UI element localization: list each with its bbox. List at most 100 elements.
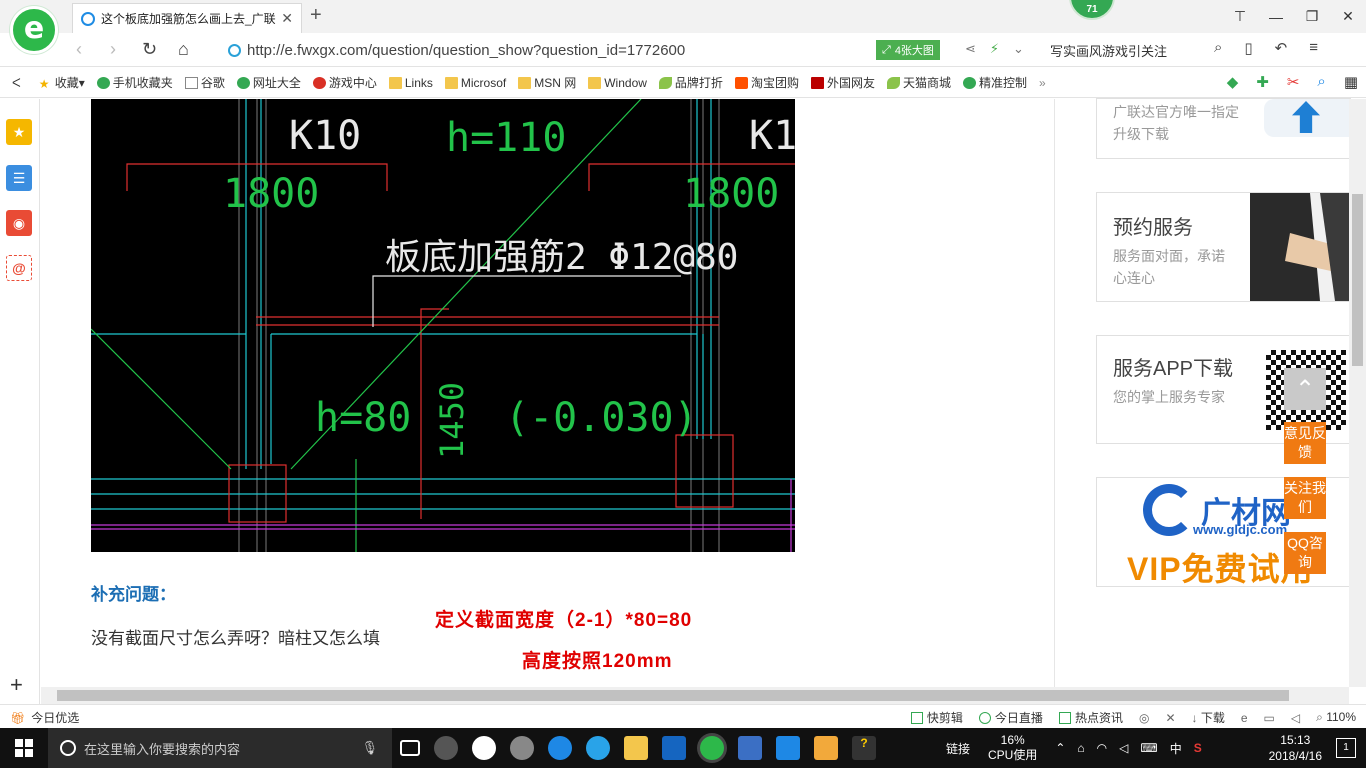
url-field[interactable]: http://e.fwxgx.com/question/question_sho…	[222, 37, 862, 63]
ime-indicator[interactable]: 中	[1170, 740, 1182, 757]
tray-expand-icon[interactable]: ⌃	[1055, 741, 1065, 755]
bookmark-favorites[interactable]: ★ 收藏 ▾	[39, 74, 85, 91]
task-view-icon[interactable]	[400, 740, 420, 756]
favorites-icon[interactable]: ★	[6, 119, 32, 145]
edge-icon[interactable]	[548, 736, 572, 760]
sidebar-add-button[interactable]: +	[10, 672, 23, 698]
minimize-button[interactable]: —	[1258, 0, 1294, 33]
volume-icon[interactable]: ◁	[1119, 741, 1128, 755]
weibo-icon[interactable]: ◉	[6, 210, 32, 236]
speed-icon[interactable]: ◎	[1139, 711, 1149, 725]
plus-icon[interactable]: ✚	[1256, 73, 1269, 91]
network-tool-icon[interactable]	[776, 736, 800, 760]
bookmark-taobao[interactable]: 淘宝团购	[734, 74, 799, 91]
shirt-icon[interactable]: ⊤	[1222, 0, 1258, 33]
glodon-icon[interactable]	[662, 736, 686, 760]
fan-app-icon[interactable]	[434, 736, 458, 760]
screenshot-app-icon[interactable]	[738, 736, 762, 760]
bookmark-mobile[interactable]: 手机收藏夹	[96, 74, 173, 91]
bookmark-google[interactable]: 谷歌	[184, 74, 225, 91]
today-picks-link[interactable]: 今日优选	[31, 709, 79, 726]
horizontal-scroll-thumb[interactable]	[57, 690, 1289, 701]
file-explorer-icon[interactable]	[624, 736, 648, 760]
share-icon[interactable]: ⋖	[965, 41, 976, 57]
bookmark-foreign[interactable]: 外国网友	[810, 74, 875, 91]
chevron-down-icon[interactable]: ⌄	[1013, 41, 1024, 57]
mail-icon[interactable]: @	[6, 255, 32, 281]
horizontal-scrollbar[interactable]	[41, 687, 1349, 704]
quick-edit-link[interactable]: 快剪辑	[910, 709, 963, 726]
forward-button[interactable]: ›	[110, 39, 116, 60]
bookmark-msn[interactable]: MSN 网	[518, 74, 576, 91]
notification-badge[interactable]: 71	[1069, 0, 1115, 20]
search-icon[interactable]: ⌕	[1214, 39, 1222, 57]
ie-blue-icon[interactable]	[586, 736, 610, 760]
back-to-top-button[interactable]: ⌃	[1284, 368, 1326, 410]
network-icon[interactable]: ⌂	[1077, 741, 1084, 755]
live-link[interactable]: 今日直播	[978, 709, 1043, 726]
tab-close-icon[interactable]: ✕	[281, 10, 293, 27]
mobile-icon[interactable]: ▯	[1244, 39, 1252, 57]
spiral-app-icon[interactable]	[510, 736, 534, 760]
bookmark-games[interactable]: 游戏中心	[312, 74, 377, 91]
microphone-icon[interactable]: 🎙︎	[361, 740, 378, 756]
cpu-meter[interactable]: 16% CPU使用	[988, 733, 1037, 763]
qq-consult-button[interactable]: QQ咨询	[1284, 532, 1326, 574]
bookmark-links[interactable]: Links	[388, 76, 433, 90]
links-toolbar[interactable]: 链接	[946, 740, 970, 757]
gift-icon: 🎁︎	[10, 710, 26, 725]
apps-grid-icon[interactable]: ▦	[1344, 73, 1358, 91]
browser-e-icon[interactable]: e	[1241, 711, 1248, 725]
tools-icon[interactable]: ✕	[1165, 711, 1175, 725]
search-icon[interactable]: ⌕	[1317, 73, 1325, 91]
follow-us-button[interactable]: 关注我们	[1284, 477, 1326, 519]
scissors-icon[interactable]: ✂	[1287, 73, 1300, 91]
vertical-scroll-thumb[interactable]	[1352, 194, 1363, 366]
search-box-text[interactable]: 写实画风游戏引关注	[1050, 41, 1167, 60]
action-center-button[interactable]: 1	[1336, 738, 1356, 758]
vertical-scrollbar[interactable]	[1349, 99, 1366, 687]
content-divider	[1054, 99, 1055, 687]
notes-app-icon[interactable]	[814, 736, 838, 760]
back-button[interactable]: ‹	[76, 39, 82, 60]
more-bookmarks-icon[interactable]: »	[1039, 76, 1046, 90]
bookmark-directory[interactable]: 网址大全	[236, 74, 301, 91]
volume-icon[interactable]: ◁	[1291, 711, 1300, 725]
bookmark-microsoft[interactable]: Microsof	[444, 76, 506, 90]
zoom-level[interactable]: ⌕ 110%	[1316, 710, 1356, 725]
feedback-button[interactable]: 意见反馈	[1284, 422, 1326, 464]
home-button[interactable]: ⌂	[178, 39, 189, 60]
restore-button[interactable]: ❐	[1294, 0, 1330, 33]
ie-icon[interactable]	[472, 736, 496, 760]
big-pic-button[interactable]: ⤢ 4张大图	[876, 40, 940, 60]
lightning-icon[interactable]: ⚡	[990, 41, 999, 57]
menu-icon[interactable]: ≡	[1309, 39, 1318, 57]
help-app-icon[interactable]: ?	[852, 736, 876, 760]
reload-button[interactable]: ↻	[142, 39, 157, 60]
bookmark-tmall[interactable]: 天猫商城	[886, 74, 951, 91]
browser-logo-icon[interactable]: e	[10, 6, 58, 54]
keyboard-icon[interactable]: ⌨	[1140, 741, 1157, 755]
undo-icon[interactable]: ↶	[1275, 39, 1288, 57]
cad-label-rebar: 板底加强筋2 Φ12@80	[385, 237, 738, 278]
start-button[interactable]	[0, 728, 48, 768]
sidebar-toggle-icon[interactable]: ᐸ	[12, 76, 21, 90]
appointment-card[interactable]: 预约服务 服务面对面，承诺心连心	[1096, 192, 1351, 302]
tab-active[interactable]: 这个板底加强筋怎么画上去_广联 ✕	[72, 3, 302, 33]
bookmark-windows[interactable]: Window	[588, 76, 647, 90]
sogou-icon[interactable]: S	[1194, 741, 1202, 755]
download-link[interactable]: ↓ 下载	[1192, 709, 1225, 726]
taskbar-search-box[interactable]: 在这里输入你要搜索的内容 🎙︎	[48, 728, 392, 768]
bookmark-brand-sale[interactable]: 品牌打折	[658, 74, 723, 91]
wifi-icon[interactable]: ◠	[1097, 741, 1107, 755]
upgrade-card[interactable]: 广联达官方唯一指定升级下载	[1096, 98, 1351, 159]
window-icon[interactable]: ▭	[1264, 711, 1275, 725]
clock[interactable]: 15:13 2018/4/16	[1269, 732, 1322, 764]
shield-icon[interactable]: ◆	[1227, 73, 1239, 91]
news-link[interactable]: 热点资讯	[1058, 709, 1123, 726]
reading-list-icon[interactable]: ☰	[6, 165, 32, 191]
bookmark-precision[interactable]: 精准控制	[962, 74, 1027, 91]
close-button[interactable]: ✕	[1330, 0, 1366, 33]
360-browser-icon[interactable]	[700, 736, 724, 760]
new-tab-button[interactable]: +	[310, 4, 322, 27]
